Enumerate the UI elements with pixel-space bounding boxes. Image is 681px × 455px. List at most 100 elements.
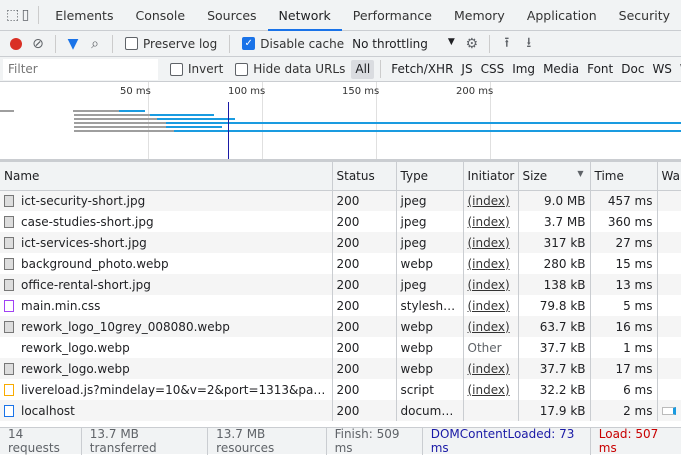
name-cell[interactable]: rework_logo.webp — [0, 358, 333, 379]
request-bar — [174, 130, 681, 132]
table-row[interactable]: office-rental-short.jpg 200 jpeg (index) 138… — [0, 274, 681, 295]
table-row[interactable]: livereload.js?mindelay=10&v=2&port=1313&… — [0, 379, 681, 400]
inspect-element-icon[interactable]: ⬚ — [6, 4, 19, 26]
initiator-link[interactable]: (index) — [468, 215, 510, 229]
request-name[interactable]: ict-services-short.jpg — [21, 236, 147, 250]
table-row[interactable]: localhost 200 document 17.9 kB 2 ms — [0, 400, 681, 421]
name-cell[interactable]: background_photo.webp — [0, 253, 333, 274]
waterfall-cell — [657, 358, 681, 379]
initiator-link[interactable]: (index) — [468, 299, 510, 313]
request-name[interactable]: background_photo.webp — [21, 257, 169, 271]
request-name[interactable]: localhost — [21, 404, 75, 418]
name-cell[interactable]: rework_logo.webp — [0, 337, 333, 358]
initiator-link[interactable]: (index) — [468, 383, 510, 397]
name-cell[interactable]: office-rental-short.jpg — [0, 274, 333, 295]
name-cell[interactable]: main.min.css — [0, 295, 333, 316]
column-header-type[interactable]: Type — [396, 162, 464, 191]
table-row[interactable]: rework_logo_10grey_008080.webp 200 webp (in… — [0, 316, 681, 337]
table-row[interactable]: rework_logo.webp 200 webp (index) 37.7 kB 17 … — [0, 358, 681, 379]
tab-console[interactable]: Console — [124, 0, 196, 31]
preserve-log-label: Preserve log — [143, 36, 218, 51]
request-name[interactable]: case-studies-short.jpg — [21, 215, 154, 229]
type-filter-fetchxhr[interactable]: Fetch/XHR — [387, 60, 457, 79]
name-cell[interactable]: case-studies-short.jpg — [0, 211, 333, 232]
divider — [488, 34, 490, 53]
tab-elements[interactable]: Elements — [44, 0, 124, 31]
column-header-label: Name — [4, 168, 40, 183]
name-cell[interactable]: ict-security-short.jpg — [0, 190, 333, 211]
network-overview-timeline[interactable]: 50 ms 100 ms 150 ms 200 ms — [0, 82, 681, 162]
table-row[interactable]: rework_logo.webp 200 webp Other 37.7 kB 1 ms — [0, 337, 681, 358]
name-cell[interactable]: livereload.js?mindelay=10&v=2&port=1313&… — [0, 379, 333, 400]
size-cell: 138 kB — [518, 274, 591, 295]
filter-input[interactable] — [3, 58, 158, 80]
import-har-icon[interactable]: ⭱ — [496, 33, 518, 55]
column-header-name[interactable]: Name — [0, 162, 333, 191]
search-icon[interactable]: ⌕ — [84, 33, 106, 55]
tab-memory[interactable]: Memory — [443, 0, 516, 31]
request-name[interactable]: main.min.css — [21, 299, 100, 313]
image-icon — [4, 320, 14, 333]
type-filter-wa[interactable]: Wa — [676, 60, 681, 79]
initiator-link[interactable]: (index) — [468, 257, 510, 271]
initiator-link[interactable]: (index) — [468, 278, 510, 292]
export-har-icon[interactable]: ⭳ — [518, 33, 540, 55]
dom-content-loaded-time: DOMContentLoaded: 73 ms — [423, 427, 591, 455]
invert-checkbox[interactable]: Invert — [170, 62, 223, 76]
type-filter-css[interactable]: CSS — [477, 60, 509, 79]
checkbox-box[interactable] — [170, 62, 183, 76]
table-row[interactable]: ict-services-short.jpg 200 jpeg (index) 317 … — [0, 232, 681, 253]
tab-network[interactable]: Network — [267, 0, 342, 31]
type-filter-js[interactable]: JS — [457, 60, 476, 79]
tick-label: 200 ms — [456, 86, 494, 97]
network-conditions-icon[interactable]: ⚙ — [461, 33, 483, 55]
initiator-link[interactable]: (index) — [468, 320, 510, 334]
type-cell: webp — [396, 337, 464, 358]
type-filter-media[interactable]: Media — [539, 60, 583, 79]
throttling-select[interactable]: No throttling ▼ — [352, 37, 455, 51]
table-row[interactable]: background_photo.webp 200 webp (index) 280 k… — [0, 253, 681, 274]
record-button[interactable] — [5, 33, 27, 55]
preserve-log-checkbox[interactable]: Preserve log — [125, 37, 217, 51]
divider — [37, 6, 39, 24]
checkbox-box[interactable] — [125, 37, 138, 50]
name-cell[interactable]: ict-services-short.jpg — [0, 232, 333, 253]
request-name[interactable]: rework_logo_10grey_008080.webp — [21, 320, 230, 334]
column-header-initiator[interactable]: Initiator — [463, 162, 519, 191]
request-name[interactable]: livereload.js?mindelay=10&v=2&port=1313&… — [21, 383, 331, 397]
type-filter-all[interactable]: All — [351, 59, 375, 79]
type-filter-doc[interactable]: Doc — [617, 60, 648, 79]
table-row[interactable]: main.min.css 200 stylesheet (index) 79.8 kB 5… — [0, 295, 681, 316]
column-header-time[interactable]: Time — [590, 162, 658, 191]
tab-sources[interactable]: Sources — [196, 0, 267, 31]
tab-security[interactable]: Security — [608, 0, 681, 31]
type-filter-font[interactable]: Font — [583, 60, 617, 79]
column-header-size[interactable]: Size ▼ — [518, 162, 591, 191]
type-filter-ws[interactable]: WS — [648, 60, 675, 79]
blank-file-icon — [4, 341, 14, 354]
request-name[interactable]: ict-security-short.jpg — [21, 194, 145, 208]
initiator-link[interactable]: (index) — [468, 236, 510, 250]
initiator-link[interactable]: (index) — [468, 362, 510, 376]
name-cell[interactable]: localhost — [0, 400, 333, 421]
request-name[interactable]: rework_logo.webp — [21, 362, 130, 376]
table-row[interactable]: case-studies-short.jpg 200 jpeg (index) 3.7 … — [0, 211, 681, 232]
name-cell[interactable]: rework_logo_10grey_008080.webp — [0, 316, 333, 337]
disable-cache-checkbox[interactable]: ✓ Disable cache — [242, 37, 344, 51]
column-header-status[interactable]: Status — [332, 162, 397, 191]
checkbox-checked[interactable]: ✓ — [242, 37, 256, 50]
clear-icon[interactable]: ⊘ — [27, 33, 49, 55]
column-header-wa[interactable]: Wa — [657, 162, 681, 191]
checkbox-box[interactable] — [235, 62, 249, 76]
table-row[interactable]: ict-security-short.jpg 200 jpeg (index) 9.0 … — [0, 190, 681, 211]
filter-icon[interactable]: ▼ — [62, 33, 84, 55]
sort-descending-icon: ▼ — [577, 168, 584, 178]
initiator-link[interactable]: (index) — [468, 194, 510, 208]
request-name[interactable]: rework_logo.webp — [21, 341, 130, 355]
type-filter-img[interactable]: Img — [508, 60, 539, 79]
tab-performance[interactable]: Performance — [342, 0, 443, 31]
device-toolbar-icon[interactable]: ▯ — [19, 4, 31, 26]
hide-data-urls-checkbox[interactable]: Hide data URLs — [235, 62, 345, 76]
request-name[interactable]: office-rental-short.jpg — [21, 278, 151, 292]
tab-application[interactable]: Application — [516, 0, 608, 31]
